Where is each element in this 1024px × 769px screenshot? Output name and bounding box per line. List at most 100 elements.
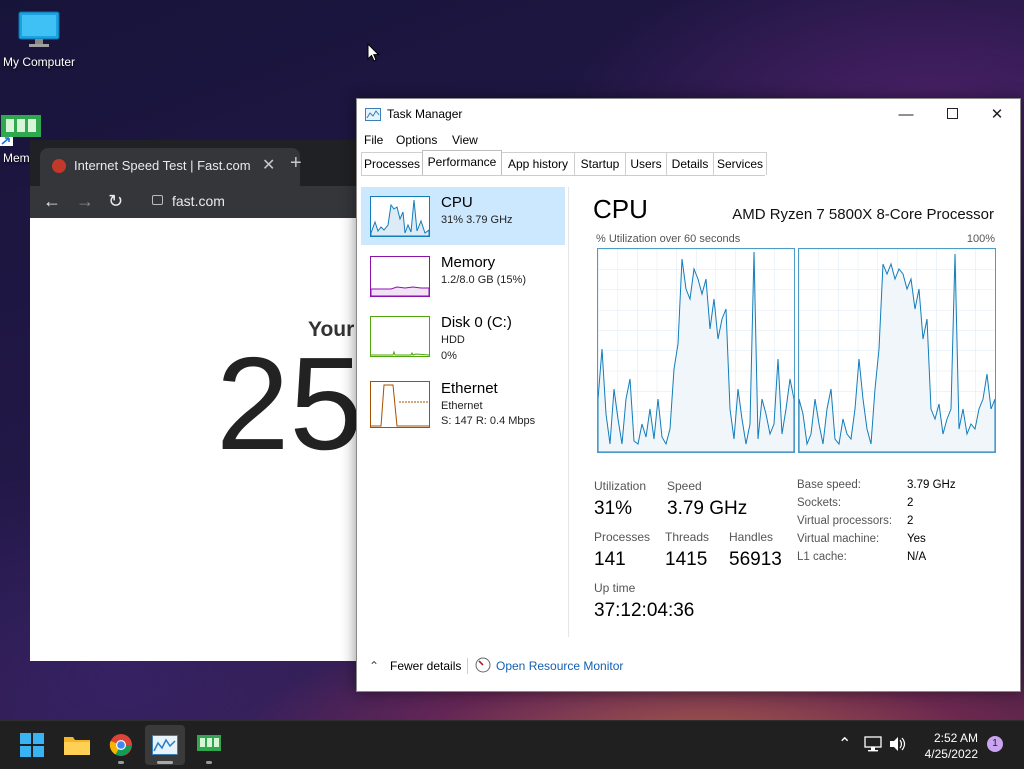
maximize-button[interactable] xyxy=(929,101,975,129)
cpu-core-0-graph xyxy=(597,248,795,453)
footer-separator xyxy=(467,658,468,674)
task-manager-icon xyxy=(152,735,178,755)
processes-label: Processes xyxy=(594,530,651,544)
threads-value: 1415 xyxy=(665,549,708,570)
taskbar-task-manager[interactable] xyxy=(145,725,185,765)
menu-view[interactable]: View xyxy=(452,133,478,147)
uptime-value: 37:12:04:36 xyxy=(594,600,695,621)
sidebar-item-detail: 31% 3.79 GHz xyxy=(441,214,513,226)
chevron-up-icon[interactable]: ⌃ xyxy=(369,659,379,673)
clock-time: 2:52 AM xyxy=(933,731,978,745)
close-tab-icon[interactable]: ✕ xyxy=(262,155,275,175)
sidebar-item-detail-2: 0% xyxy=(441,350,457,362)
start-icon xyxy=(20,733,44,757)
active-indicator xyxy=(157,761,173,764)
new-tab-button[interactable]: + xyxy=(290,152,302,175)
tab-services[interactable]: Services xyxy=(713,152,767,175)
address-bar[interactable]: fast.com xyxy=(172,193,225,209)
processor-model: AMD Ryzen 7 5800X 8-Core Processor xyxy=(732,206,994,223)
tab-startup[interactable]: Startup xyxy=(574,152,626,175)
cpu-mini-graph xyxy=(370,196,430,237)
network-icon[interactable] xyxy=(864,736,882,752)
maximize-icon xyxy=(946,108,958,119)
handles-value: 56913 xyxy=(729,549,782,570)
notification-badge[interactable]: 1 xyxy=(987,736,1003,752)
sidebar-item-disk[interactable]: Disk 0 (C:) HDD 0% xyxy=(361,307,565,365)
spec-label-virtual-processors: Virtual processors: xyxy=(797,515,893,527)
page-title: CPU xyxy=(593,194,648,224)
file-explorer-icon xyxy=(64,737,90,755)
browser-window: Internet Speed Test | Fast.com ✕ + ← → ↻… xyxy=(30,140,370,661)
sidebar-item-detail: HDD xyxy=(441,334,465,346)
menu-bar: File Options View xyxy=(357,130,1020,152)
browser-tab-bar: Internet Speed Test | Fast.com ✕ + xyxy=(30,140,370,186)
taskbar-file-explorer[interactable] xyxy=(57,725,97,765)
window-title: Task Manager xyxy=(387,107,463,121)
spec-label-sockets: Sockets: xyxy=(797,497,842,509)
tab-processes[interactable]: Processes xyxy=(361,152,423,175)
sidebar-item-label: Disk 0 (C:) xyxy=(441,314,512,331)
back-arrow-icon[interactable]: ← xyxy=(43,191,61,212)
task-manager-icon xyxy=(365,108,381,121)
sidebar-item-detail: 1.2/8.0 GB (15%) xyxy=(441,274,526,286)
chrome-icon xyxy=(109,734,132,756)
sidebar-item-label: Memory xyxy=(441,254,496,271)
minimize-button[interactable]: — xyxy=(883,101,929,129)
processes-value: 141 xyxy=(594,549,626,570)
running-indicator xyxy=(118,761,124,764)
desktop-icon-my-computer[interactable]: My Computer xyxy=(0,10,79,69)
taskbar-chrome[interactable] xyxy=(101,725,141,765)
tab-app-history[interactable]: App history xyxy=(501,152,575,175)
browser-tab[interactable]: Internet Speed Test | Fast.com ✕ xyxy=(40,148,300,186)
resource-monitor-icon xyxy=(475,657,491,673)
spec-value-virtual-processors: 2 xyxy=(907,515,914,527)
close-button[interactable]: ✕ xyxy=(974,101,1020,129)
sidebar-item-ethernet[interactable]: Ethernet Ethernet S: 147 R: 0.4 Mbps xyxy=(361,373,565,431)
sidebar-item-memory[interactable]: Memory 1.2/8.0 GB (15%) xyxy=(361,247,565,305)
utilization-value: 31% xyxy=(594,498,633,519)
tab-details[interactable]: Details xyxy=(666,152,714,175)
start-button[interactable] xyxy=(12,725,52,765)
spec-value-sockets: 2 xyxy=(907,497,914,509)
volume-icon[interactable] xyxy=(889,736,907,752)
menu-options[interactable]: Options xyxy=(396,133,437,147)
spec-value-l1-cache: N/A xyxy=(907,551,927,563)
running-indicator xyxy=(206,761,212,764)
spec-label-l1-cache: L1 cache: xyxy=(797,551,847,563)
spec-value-virtual-machine: Yes xyxy=(907,533,926,545)
fast-com-favicon-icon xyxy=(52,159,66,173)
tab-users[interactable]: Users xyxy=(625,152,667,175)
disk-mini-graph xyxy=(370,316,430,357)
task-manager-window: Task Manager — ✕ File Options View Proce… xyxy=(356,98,1021,692)
system-clock[interactable]: 2:52 AM 4/25/2022 xyxy=(908,730,978,762)
clock-date: 4/25/2022 xyxy=(924,747,978,761)
page-content: Your 25 xyxy=(30,218,370,661)
tab-strip: Processes Performance App history Startu… xyxy=(361,150,767,176)
sidebar-item-detail: Ethernet xyxy=(441,400,483,412)
taskbar-memory-app[interactable] xyxy=(189,725,229,765)
mouse-cursor-icon xyxy=(367,43,380,62)
speed-label: Speed xyxy=(667,479,702,493)
handles-label: Handles xyxy=(729,530,774,544)
utilization-label: Utilization xyxy=(594,479,647,493)
pane-divider xyxy=(568,187,569,637)
graph-caption: % Utilization over 60 seconds xyxy=(596,233,741,245)
browser-tab-title: Internet Speed Test | Fast.com xyxy=(74,158,251,173)
fewer-details-button[interactable]: Fewer details xyxy=(390,659,461,673)
speed-value: 25 xyxy=(216,330,363,477)
sidebar-item-cpu[interactable]: CPU 31% 3.79 GHz xyxy=(361,187,565,245)
reload-icon[interactable]: ↻ xyxy=(108,191,123,212)
menu-file[interactable]: File xyxy=(364,133,383,147)
spec-label-base-speed: Base speed: xyxy=(797,479,861,491)
spec-label-virtual-machine: Virtual machine: xyxy=(797,533,880,545)
open-resource-monitor-link[interactable]: Open Resource Monitor xyxy=(496,659,623,673)
desktop-icon-label: My Computer xyxy=(2,55,76,69)
forward-arrow-icon[interactable]: → xyxy=(76,191,94,212)
tab-performance[interactable]: Performance xyxy=(422,150,502,175)
speed-value: 3.79 GHz xyxy=(667,498,748,519)
memory-mini-graph xyxy=(370,256,430,297)
chevron-up-icon[interactable]: ⌃ xyxy=(838,734,851,754)
graph-max-label: 100% xyxy=(966,233,995,245)
threads-label: Threads xyxy=(665,530,710,544)
sidebar-item-label: Ethernet xyxy=(441,380,498,397)
